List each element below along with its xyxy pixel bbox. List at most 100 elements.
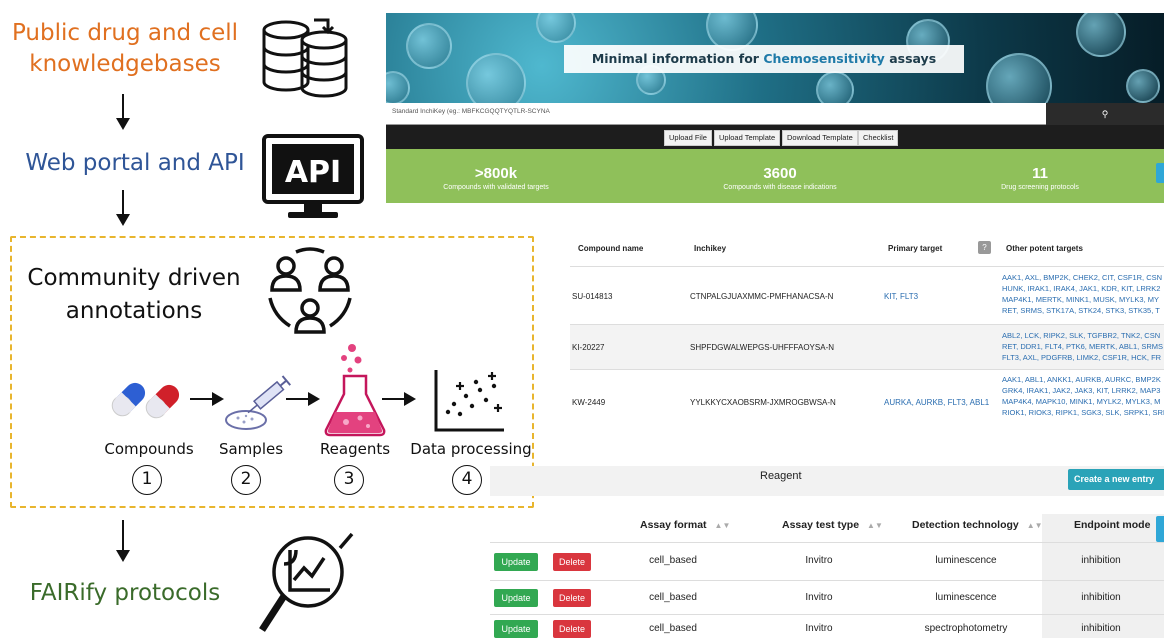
stage-label-reagents: Reagents <box>319 440 391 458</box>
stage-number-1: 1 <box>132 465 162 495</box>
detection-technology-cell: luminescence <box>935 592 997 603</box>
stat-label: Compounds with disease indications <box>723 184 837 191</box>
target-line[interactable]: RIOK1, RIOK3, RIPK1, SGK3, SLK, SRPK1, S… <box>1002 407 1164 418</box>
search-button[interactable]: ⚲ <box>1046 103 1164 125</box>
col-header-compound-name[interactable]: Compound name <box>578 244 643 253</box>
stat-compounds-indications: 3600 Compounds with disease indications <box>680 165 880 194</box>
target-line[interactable]: AAK1, ABL1, ANKK1, AURKB, AURKC, BMP2K <box>1002 374 1164 385</box>
divider <box>490 542 1164 543</box>
header-label: Assay test type <box>782 519 860 531</box>
stat-compounds-targets: >800k Compounds with validated targets <box>396 165 596 194</box>
download-template-button[interactable]: Download Template <box>782 130 858 146</box>
primary-target-link[interactable]: AURKA, AURKB, FLT3, ABL1 <box>884 398 989 407</box>
other-targets[interactable]: AAK1, ABL1, ANKK1, AURKB, AURKC, BMP2K G… <box>1002 374 1164 418</box>
col-header-assay-format[interactable]: Assay format ▲▼ <box>640 519 730 531</box>
stage-number-4: 4 <box>452 465 482 495</box>
delete-button[interactable]: Delete <box>553 553 591 571</box>
api-monitor-icon: API <box>262 134 364 218</box>
scatter-plot-icon <box>434 370 504 432</box>
analysis-magnifier-icon <box>259 532 354 632</box>
arrow-down-1 <box>116 94 130 130</box>
flask-icon <box>324 344 386 437</box>
update-button[interactable]: Update <box>494 620 538 638</box>
sort-icon[interactable]: ▲▼ <box>715 521 731 530</box>
target-line[interactable]: MAP4K4, MAPK10, MINK1, MYLK2, MYLK3, M <box>1002 396 1164 407</box>
divider <box>490 580 1164 581</box>
community-people-icon <box>268 247 352 334</box>
portal-title-accent: Chemosensitivity <box>763 51 885 66</box>
col-header-primary-target[interactable]: Primary target <box>888 244 942 253</box>
pills-icon <box>111 382 180 419</box>
target-line[interactable]: ABL2, LCK, RIPK2, SLK, TGFBR2, TNK2, CSN <box>1002 330 1164 341</box>
endpoint-column-highlight <box>1042 514 1164 638</box>
syringe-icon <box>225 375 292 430</box>
target-line[interactable]: RET, SRMS, STK17A, STK24, STK3, STK35, T <box>1002 305 1164 316</box>
fairify-title: FAIRify protocols <box>29 580 221 606</box>
upload-template-button[interactable]: Upload Template <box>714 130 781 146</box>
divider <box>570 369 1164 370</box>
assay-test-type-cell: Invitro <box>805 592 833 603</box>
help-icon[interactable]: ? <box>978 241 991 254</box>
side-tab[interactable] <box>1156 163 1164 183</box>
col-header-endpoint-mode[interactable]: Endpoint mode <box>1074 519 1150 531</box>
web-portal-title: Web portal and API <box>25 150 245 176</box>
col-header-inchikey[interactable]: Inchikey <box>694 244 726 253</box>
header-label: Endpoint mode <box>1074 519 1151 531</box>
stat-protocols: 11 Drug screening protocols <box>940 165 1140 194</box>
stage-label-samples: Samples <box>218 440 284 458</box>
col-header-detection-technology[interactable]: Detection technology ▲▼ <box>912 519 1043 531</box>
search-icon: ⚲ <box>1101 109 1109 119</box>
stat-label: Compounds with validated targets <box>443 184 549 191</box>
portal-title-pre: Minimal information for <box>591 51 764 66</box>
sort-icon[interactable]: ▲▼ <box>1027 521 1043 530</box>
compound-table: Compound name Inchikey Primary target ? … <box>570 228 1164 423</box>
col-header-assay-test-type[interactable]: Assay test type ▲▼ <box>782 519 883 531</box>
detection-technology-cell: luminescence <box>935 555 997 566</box>
inchikey-search-input[interactable]: Standard InchiKey (eg.: MBFKCGQQTYQTLR-S… <box>392 108 550 115</box>
create-entry-button[interactable]: Create a new entry <box>1068 469 1164 490</box>
portal-screenshot: Minimal information for Chemosensitivity… <box>386 13 1164 203</box>
compound-name: KI-20227 <box>572 343 605 352</box>
portal-title: Minimal information for Chemosensitivity… <box>564 45 964 73</box>
header-label: Assay format <box>640 519 707 531</box>
assay-format-cell: cell_based <box>649 592 697 603</box>
side-tab[interactable] <box>1156 516 1164 542</box>
knowledgebases-title: Public drug and cell knowledgebases <box>11 20 239 77</box>
delete-button[interactable]: Delete <box>553 620 591 638</box>
database-icon <box>262 18 348 98</box>
target-line[interactable]: HUNK, IRAK1, IRAK4, JAK1, KDR, KIT, LRRK… <box>1002 283 1164 294</box>
endpoint-mode-cell: inhibition <box>1081 623 1121 634</box>
stat-label: Drug screening protocols <box>1001 184 1079 191</box>
update-button[interactable]: Update <box>494 589 538 607</box>
target-line[interactable]: GRK4, IRAK1, JAK2, JAK3, KIT, LRRK2, MAP… <box>1002 385 1164 396</box>
target-line[interactable]: MAP4K1, MERTK, MINK1, MUSK, MYLK3, MY <box>1002 294 1164 305</box>
reagent-table: Reagent Create a new entry Assay format ▲… <box>490 466 1164 638</box>
delete-button[interactable]: Delete <box>553 589 591 607</box>
compound-inchikey: YYLKKYCXAOBSRM-JXMROGBWSA-N <box>690 398 836 407</box>
col-header-other-targets[interactable]: Other potent targets <box>1006 244 1083 253</box>
stat-value: 3600 <box>763 165 797 182</box>
compound-name: SU-014813 <box>572 292 613 301</box>
stat-value: >800k <box>474 165 518 182</box>
stage-number-3: 3 <box>334 465 364 495</box>
compound-inchikey: CTNPALGJUAXMMC-PMFHANACSA-N <box>690 292 834 301</box>
compound-name: KW-2449 <box>572 398 606 407</box>
other-targets[interactable]: AAK1, AXL, BMP2K, CHEK2, CIT, CSF1R, CSN… <box>1002 272 1164 316</box>
assay-format-cell: cell_based <box>649 623 697 634</box>
update-button[interactable]: Update <box>494 553 538 571</box>
target-line[interactable]: RET, DDR1, FLT4, PTK6, MERTK, ABL1, SRMS <box>1002 341 1164 352</box>
other-targets[interactable]: ABL2, LCK, RIPK2, SLK, TGFBR2, TNK2, CSN… <box>1002 330 1164 363</box>
arrow-down-3 <box>116 520 130 562</box>
target-line[interactable]: FLT3, AXL, PDGFRB, LIMK2, CSF1R, HCK, FR <box>1002 352 1164 363</box>
checklist-button[interactable]: Checklist <box>858 130 899 146</box>
arrow-down-2 <box>116 190 130 226</box>
header-label: Detection technology <box>912 519 1019 531</box>
assay-format-cell: cell_based <box>649 555 697 566</box>
primary-target-link[interactable]: KIT, FLT3 <box>884 292 918 301</box>
reagent-title: Reagent <box>760 470 802 482</box>
portal-search-bar[interactable]: Standard InchiKey (eg.: MBFKCGQQTYQTLR-S… <box>386 103 1164 125</box>
upload-file-button[interactable]: Upload File <box>664 130 712 146</box>
sort-icon[interactable]: ▲▼ <box>867 521 883 530</box>
target-line[interactable]: AAK1, AXL, BMP2K, CHEK2, CIT, CSF1R, CSN <box>1002 272 1164 283</box>
arrow-right-1 <box>190 392 224 406</box>
